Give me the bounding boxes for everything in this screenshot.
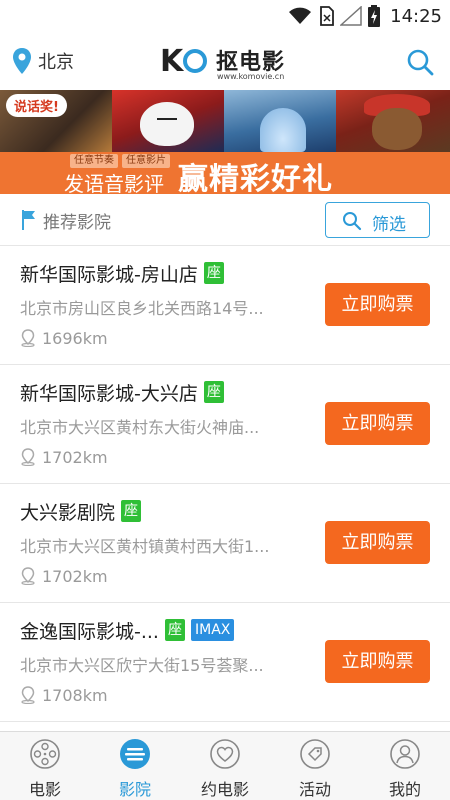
nav-label: 活动	[298, 780, 331, 799]
filter-label: 筛选	[372, 215, 406, 235]
sim-card-icon	[320, 6, 335, 26]
promo-banner[interactable]: 说话奖! 任意节奏 任意影片 发语音影评 赢精彩好礼	[0, 90, 450, 194]
cinema-distance: 1702km	[20, 447, 108, 467]
city-selector[interactable]: 北京	[38, 48, 74, 74]
seat-badge: 座	[203, 381, 224, 403]
seat-badge: 座	[164, 619, 185, 641]
banner-tag: 任意影片	[122, 154, 170, 168]
distance-pin-icon	[21, 329, 35, 347]
buy-ticket-button[interactable]: 立即购票	[325, 283, 430, 326]
distance-pin-icon	[21, 686, 35, 704]
battery-charging-icon	[368, 5, 381, 27]
flag-icon	[22, 210, 35, 230]
banner-bubble: 说话奖!	[6, 94, 67, 117]
cinema-icon	[120, 739, 150, 769]
cinema-name-line: 新华国际影城-房山店 座	[20, 260, 224, 286]
wifi-icon	[289, 7, 312, 24]
nav-item-dates[interactable]: 约电影	[180, 732, 270, 800]
cinema-address: 北京市大兴区欣宁大街15号荟聚...	[20, 656, 264, 675]
banner-main-text: 发语音影评	[64, 172, 164, 194]
cinema-address: 北京市大兴区黄村镇黄村西大街1...	[20, 537, 270, 556]
cinema-distance: 1702km	[20, 566, 108, 586]
location-pin-icon[interactable]	[12, 47, 32, 75]
status-time: 14:25	[390, 5, 442, 27]
cinema-row[interactable]: 新华国际影城-房山店 座 北京市房山区良乡北关西路14号... 1696km 立…	[0, 246, 450, 365]
search-icon	[343, 212, 362, 231]
cinema-row[interactable]: 大兴影剧院 座 北京市大兴区黄村镇黄村西大街1... 1702km 立即购票	[0, 484, 450, 603]
recommend-bar: 推荐影院 筛选	[0, 194, 450, 246]
app-logo: K 抠电影 www.komovie.cn	[160, 42, 290, 82]
banner-character-princess	[260, 108, 306, 152]
app-header: 北京 K 抠电影 www.komovie.cn	[0, 32, 450, 90]
logo-mark: K	[160, 44, 208, 79]
distance-pin-icon	[21, 448, 35, 466]
user-icon	[390, 739, 420, 769]
nav-item-events[interactable]: 活动	[270, 732, 360, 800]
banner-character-bear	[372, 108, 422, 150]
imax-badge: IMAX	[190, 619, 235, 641]
cinema-address: 北京市大兴区黄村东大街火神庙...	[20, 418, 260, 437]
recommend-label: 推荐影院	[43, 213, 111, 233]
banner-character-robot-eyes	[157, 118, 177, 120]
cinema-name-line: 金逸国际影城-... 座 IMAX	[20, 617, 235, 643]
banner-tag: 任意节奏	[70, 154, 118, 168]
cinema-name: 新华国际影城-大兴店	[20, 382, 198, 405]
seat-badge: 座	[203, 262, 224, 284]
nav-item-cinemas[interactable]: 影院	[90, 732, 180, 800]
signal-icon	[340, 6, 362, 26]
nav-item-movies[interactable]: 电影	[0, 732, 90, 800]
nav-label: 我的	[388, 780, 421, 799]
distance-text: 1702km	[42, 447, 108, 467]
buy-ticket-button[interactable]: 立即购票	[325, 640, 430, 683]
film-reel-icon	[30, 739, 60, 769]
distance-text: 1702km	[42, 566, 108, 586]
cinema-row[interactable]: 金逸国际影城-... 座 IMAX 北京市大兴区欣宁大街15号荟聚... 170…	[0, 603, 450, 722]
bottom-nav: 电影 影院 约电影 活动 我的	[0, 731, 450, 800]
cinema-address: 北京市房山区良乡北关西路14号...	[20, 299, 264, 318]
banner-big-text: 赢精彩好礼	[178, 162, 333, 194]
filter-button[interactable]: 筛选	[325, 202, 430, 238]
buy-ticket-button[interactable]: 立即购票	[325, 402, 430, 445]
distance-pin-icon	[21, 567, 35, 585]
status-bar: 14:25	[0, 0, 450, 32]
cinema-name-line: 新华国际影城-大兴店 座	[20, 379, 224, 405]
cinema-name-line: 大兴影剧院 座	[20, 498, 142, 524]
cinema-distance: 1708km	[20, 685, 108, 705]
cinema-row[interactable]: 新华国际影城-大兴店 座 北京市大兴区黄村东大街火神庙... 1702km 立即…	[0, 365, 450, 484]
nav-label: 电影	[28, 780, 61, 799]
logo-url: www.komovie.cn	[217, 72, 285, 81]
banner-character-robot	[140, 102, 194, 146]
cinema-name: 新华国际影城-房山店	[20, 263, 198, 286]
cinema-name: 大兴影剧院	[20, 501, 116, 524]
nav-item-profile[interactable]: 我的	[360, 732, 450, 800]
buy-ticket-button[interactable]: 立即购票	[325, 521, 430, 564]
search-icon[interactable]	[406, 48, 434, 76]
distance-text: 1708km	[42, 685, 108, 705]
heart-icon	[210, 739, 240, 769]
tag-icon	[300, 739, 330, 769]
status-icons: 14:25	[288, 5, 442, 27]
banner-tags: 任意节奏 任意影片	[70, 154, 170, 168]
cinema-name: 金逸国际影城-...	[20, 620, 159, 643]
nav-label: 约电影	[200, 780, 249, 799]
nav-label: 影院	[118, 780, 151, 799]
seat-badge: 座	[121, 500, 142, 522]
cinema-distance: 1696km	[20, 328, 108, 348]
distance-text: 1696km	[42, 328, 108, 348]
